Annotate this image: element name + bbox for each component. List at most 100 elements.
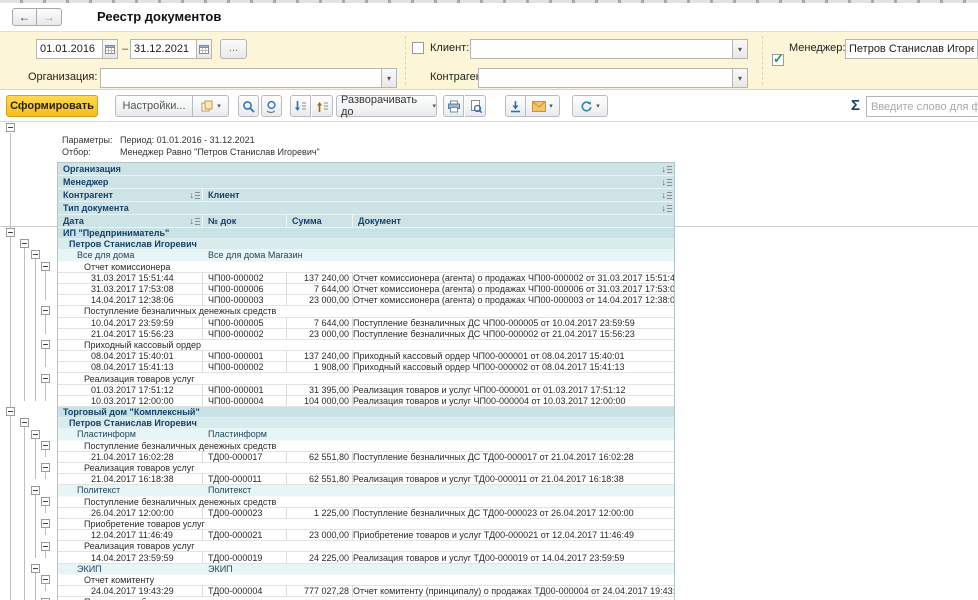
tree-collapse-button[interactable] (31, 250, 40, 259)
report-row-ctr[interactable]: Все для домаВсе для дома Магазин (58, 250, 674, 261)
report-row-type[interactable]: Отчет комиссионера (58, 262, 674, 273)
client-checkbox[interactable] (412, 42, 424, 54)
date-range-dash: – (122, 43, 128, 55)
settings-button[interactable]: Настройки... (115, 95, 193, 117)
tree-connector-line (45, 383, 46, 401)
tree-collapse-button[interactable] (31, 486, 40, 495)
report-row-ctr[interactable]: ПластинформПластинформ (58, 429, 674, 440)
tree-collapse-button[interactable] (6, 123, 15, 132)
report-row-type[interactable]: Реализация товаров услуг (58, 373, 674, 384)
tree-collapse-button[interactable] (41, 497, 50, 506)
header-row-contractor[interactable]: Контрагент ↓ Клиент ↓ (58, 189, 674, 202)
report-row-mgr[interactable]: Петров Станислав Игоревич (58, 239, 674, 250)
report-row-type[interactable]: Поступление безналичных денежных средств (58, 306, 674, 317)
report-row-doc[interactable]: 10.03.2017 12:00:00ЧП00-000004104 000,00… (58, 396, 674, 407)
tree-collapse-button[interactable] (41, 463, 50, 472)
tree-collapse-button[interactable] (6, 407, 15, 416)
date-to-input[interactable] (130, 39, 196, 59)
print-button[interactable] (443, 95, 464, 117)
report-row-doc[interactable]: 14.04.2017 23:59:59ТД00-00001924 225,00 … (58, 552, 674, 563)
report-row-mgr[interactable]: Петров Станислав Игоревич (58, 418, 674, 429)
refresh-button[interactable]: ▾ (572, 95, 608, 117)
period-options-button[interactable]: ... (220, 39, 247, 59)
tree-collapse-button[interactable] (41, 262, 50, 271)
print-preview-button[interactable] (465, 95, 486, 117)
manager-checkbox[interactable]: ✓ (772, 54, 784, 66)
tree-collapse-button[interactable] (41, 575, 50, 584)
report-row-doc[interactable]: 21.04.2017 16:02:28ТД00-00001762 551,80 … (58, 452, 674, 463)
tree-collapse-button[interactable] (20, 239, 29, 248)
report-row-type[interactable]: Поступление безналичных денежных средств (58, 441, 674, 452)
report-row-ctr[interactable]: ПолитекстПолитекст (58, 485, 674, 496)
client-input[interactable] (470, 39, 732, 59)
back-button[interactable]: ← (12, 8, 37, 26)
date-from-input[interactable] (36, 39, 102, 59)
report-row-type[interactable]: Реализация товаров услуг (58, 541, 674, 552)
generate-button[interactable]: Сформировать (6, 95, 98, 117)
tree-collapse-button[interactable] (20, 418, 29, 427)
collapse-groups-button[interactable] (290, 95, 311, 117)
sort-icon[interactable]: ↓ (190, 217, 203, 226)
header-row-manager[interactable]: Менеджер ↓ (58, 176, 674, 189)
sort-icon[interactable]: ↓ (662, 178, 675, 187)
expand-to-button[interactable]: Разворачивать до▾ (336, 95, 437, 117)
report-row-doc[interactable]: 01.03.2017 17:51:12ЧП00-00000131 395,00 … (58, 385, 674, 396)
tree-collapse-button[interactable] (41, 306, 50, 315)
report-row-type[interactable]: Поступление безналичных денежных средств (58, 497, 674, 508)
client-dropdown-button[interactable]: ▾ (732, 39, 748, 59)
report-variants-button[interactable]: ▾ (193, 95, 229, 117)
autosum-icon[interactable]: Σ (851, 97, 860, 114)
report-row-doc[interactable]: 12.04.2017 11:46:49ТД00-00002123 000,00 … (58, 530, 674, 541)
quick-filter-input[interactable] (866, 96, 978, 117)
tree-collapse-button[interactable] (6, 228, 15, 237)
report-row-doc[interactable]: 26.04.2017 12:00:00ТД00-0000231 225,00 П… (58, 508, 674, 519)
tree-collapse-button[interactable] (31, 564, 40, 573)
tree-collapse-button[interactable] (41, 542, 50, 551)
manager-input[interactable] (845, 39, 978, 59)
report-row-doc[interactable]: 21.04.2017 16:18:38ТД00-00001162 551,80 … (58, 474, 674, 485)
report-row-type[interactable]: Приходный кассовый ордер (58, 340, 674, 351)
sort-icon[interactable]: ↓ (662, 204, 675, 213)
calendar-icon[interactable] (196, 39, 212, 59)
report-row-doc[interactable]: 21.04.2017 15:56:23ЧП00-00000223 000,00 … (58, 329, 674, 340)
forward-button[interactable]: → (37, 8, 62, 26)
org-dropdown-button[interactable]: ▾ (381, 68, 397, 88)
report-row-doc[interactable]: 08.04.2017 15:40:01ЧП00-000001137 240,00… (58, 351, 674, 362)
contractor-dropdown-button[interactable]: ▾ (732, 68, 748, 88)
report-row-doc[interactable]: 08.04.2017 15:41:13ЧП00-0000021 908,00 П… (58, 362, 674, 373)
report-row-doc[interactable]: 24.04.2017 19:43:29ТД00-000004777 027,28… (58, 586, 674, 597)
check-icon: ✓ (773, 51, 784, 67)
search-next-button[interactable] (261, 95, 282, 117)
tree-connector-line (24, 427, 25, 600)
report-row-type[interactable]: Отчет комитенту (58, 575, 674, 586)
calendar-icon[interactable] (102, 39, 118, 59)
report-row-doc[interactable]: 31.03.2017 17:53:08ЧП00-0000067 644,00 О… (58, 284, 674, 295)
send-email-button[interactable]: ▾ (526, 95, 560, 117)
report-row-type[interactable]: Приобретение товаров услуг (58, 519, 674, 530)
report-row-org[interactable]: Торговый дом "Комплексный" (58, 407, 674, 418)
report-row-org[interactable]: ИП "Предприниматель" (58, 228, 674, 239)
header-row-org[interactable]: Организация ↓ (58, 163, 674, 176)
expand-groups-button[interactable] (312, 95, 333, 117)
report-row-doc[interactable]: 14.04.2017 12:38:06ЧП00-00000323 000,00 … (58, 295, 674, 306)
refresh-icon (580, 100, 593, 113)
tree-collapse-button[interactable] (31, 430, 40, 439)
report-row-type[interactable]: Реализация товаров услуг (58, 463, 674, 474)
tree-collapse-button[interactable] (41, 519, 50, 528)
save-button[interactable] (505, 95, 526, 117)
header-row-columns[interactable]: Дата ↓ № док Сумма Документ (58, 215, 674, 228)
tree-collapse-button[interactable] (41, 441, 50, 450)
sort-icon[interactable]: ↓ (190, 191, 203, 200)
report-row-ctr[interactable]: ЭКИПЭКИП (58, 564, 674, 575)
tree-collapse-button[interactable] (41, 374, 50, 383)
search-button[interactable] (238, 95, 259, 117)
sort-icon[interactable]: ↓ (662, 191, 675, 200)
contractor-input[interactable] (478, 68, 732, 88)
printer-icon (447, 100, 461, 113)
report-row-doc[interactable]: 10.04.2017 23:59:59ЧП00-0000057 644,00 П… (58, 318, 674, 329)
org-input[interactable] (100, 68, 381, 88)
header-row-doctype[interactable]: Тип документа ↓ (58, 202, 674, 215)
report-row-doc[interactable]: 31.03.2017 15:51:44ЧП00-000002137 240,00… (58, 273, 674, 284)
tree-collapse-button[interactable] (41, 340, 50, 349)
sort-icon[interactable]: ↓ (662, 165, 675, 174)
